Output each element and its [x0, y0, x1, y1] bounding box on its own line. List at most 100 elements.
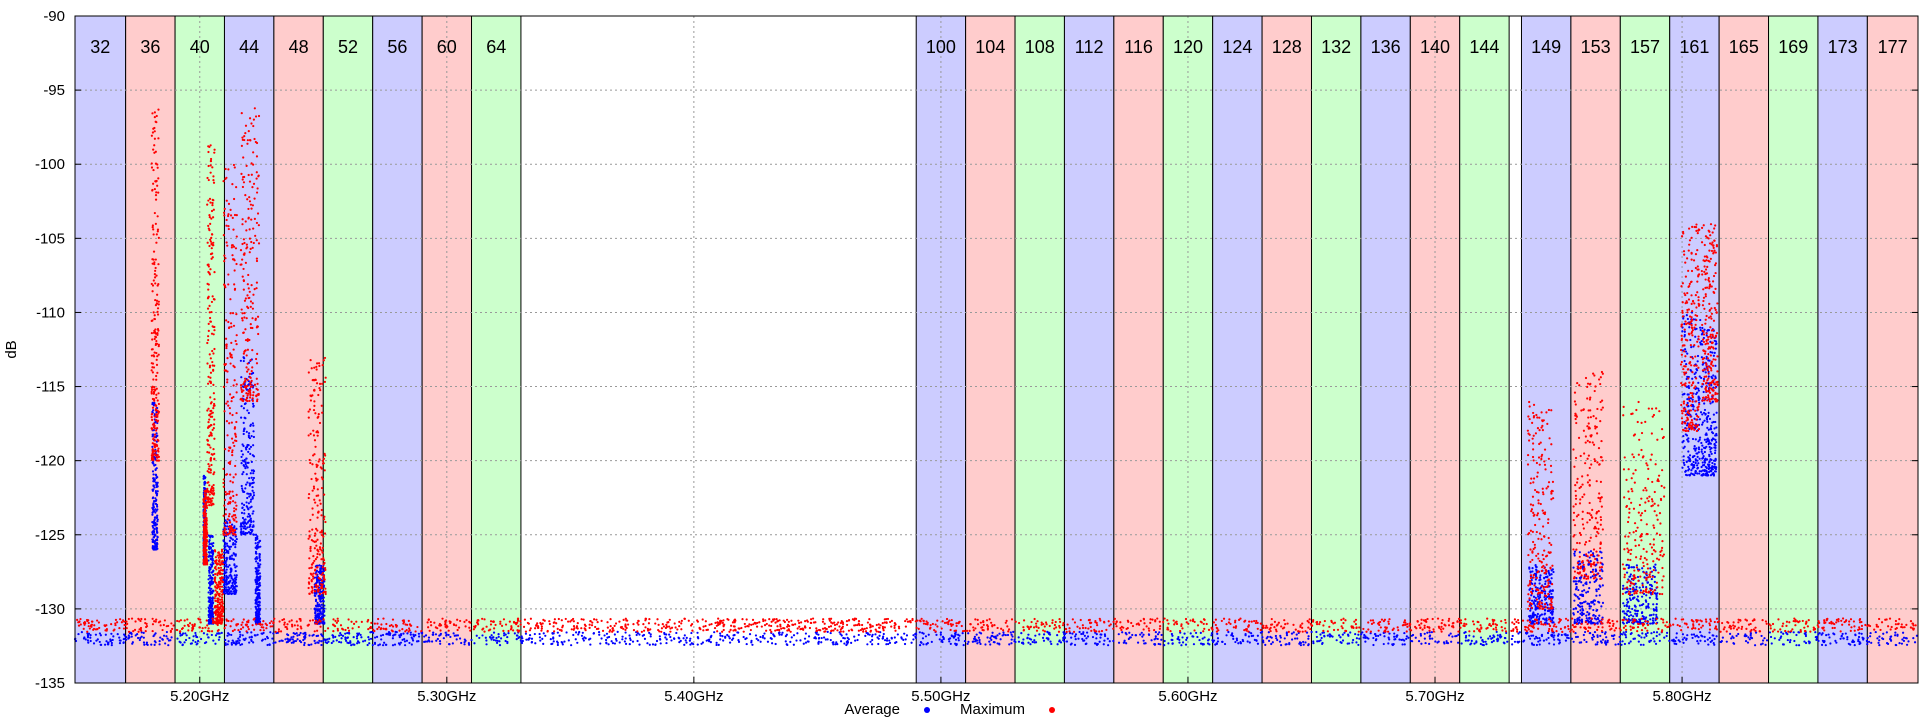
- point-average: [1636, 564, 1638, 566]
- point-average: [972, 641, 974, 643]
- point-average: [1708, 468, 1710, 470]
- point-average: [989, 643, 991, 645]
- point-average: [1687, 318, 1689, 320]
- channel-band-112: [1064, 16, 1113, 683]
- point-average: [208, 610, 210, 612]
- point-average: [1404, 643, 1406, 645]
- point-average: [1405, 638, 1407, 640]
- point-average: [1701, 445, 1703, 447]
- point-average: [244, 459, 246, 461]
- point-average: [1876, 637, 1878, 639]
- point-average: [156, 542, 158, 544]
- point-average: [957, 637, 959, 639]
- point-average: [318, 564, 320, 566]
- point-average: [248, 477, 250, 479]
- point-average: [1641, 612, 1643, 614]
- point-average: [155, 516, 157, 518]
- point-average: [252, 422, 254, 424]
- point-average: [1426, 632, 1428, 634]
- point-maximum: [1035, 622, 1037, 624]
- point-maximum: [1000, 628, 1002, 630]
- point-maximum: [1700, 626, 1702, 628]
- point-average: [928, 634, 930, 636]
- point-maximum: [594, 626, 596, 628]
- point-average: [1406, 635, 1408, 637]
- point-average: [706, 640, 708, 642]
- point-average: [326, 642, 328, 644]
- point-average: [646, 642, 648, 644]
- point-average: [588, 638, 590, 640]
- point-average: [1196, 636, 1198, 638]
- point-maximum: [1761, 619, 1763, 621]
- point-average: [234, 574, 236, 576]
- point-average: [1651, 585, 1653, 587]
- point-average: [1683, 462, 1685, 464]
- point-average: [1316, 636, 1318, 638]
- point-maximum: [744, 626, 746, 628]
- point-maximum: [1448, 624, 1450, 626]
- point-maximum: [764, 619, 766, 621]
- point-average: [1580, 581, 1582, 583]
- point-average: [1342, 633, 1344, 635]
- point-average: [925, 635, 927, 637]
- point-average: [1588, 614, 1590, 616]
- point-average: [1578, 622, 1580, 624]
- point-maximum: [1185, 618, 1187, 620]
- point-average: [183, 641, 185, 643]
- point-average: [1128, 638, 1130, 640]
- point-maximum: [1420, 622, 1422, 624]
- point-average: [364, 640, 366, 642]
- point-average: [252, 533, 254, 535]
- point-average: [255, 611, 257, 613]
- point-average: [1691, 637, 1693, 639]
- point-average: [1548, 642, 1550, 644]
- point-average: [151, 489, 153, 491]
- point-maximum: [1738, 627, 1740, 629]
- point-average: [1682, 633, 1684, 635]
- point-average: [470, 639, 472, 641]
- point-average: [821, 637, 823, 639]
- point-average: [235, 591, 237, 593]
- point-average: [1699, 631, 1701, 633]
- point-average: [300, 632, 302, 634]
- point-average: [1682, 447, 1684, 449]
- point-average: [1698, 472, 1700, 474]
- point-average: [225, 549, 227, 551]
- point-maximum: [186, 618, 188, 620]
- point-average: [1714, 340, 1716, 342]
- point-average: [1861, 633, 1863, 635]
- point-maximum: [1443, 624, 1445, 626]
- point-average: [1702, 421, 1704, 423]
- point-average: [1737, 633, 1739, 635]
- point-average: [1534, 638, 1536, 640]
- point-average: [211, 614, 213, 616]
- point-average: [1641, 567, 1643, 569]
- point-maximum: [91, 620, 93, 622]
- point-average: [248, 448, 250, 450]
- point-average: [151, 521, 153, 523]
- point-average: [1589, 556, 1591, 558]
- point-average: [493, 639, 495, 641]
- point-average: [1293, 631, 1295, 633]
- point-average: [315, 599, 317, 601]
- point-average: [128, 634, 130, 636]
- point-average: [255, 552, 257, 554]
- point-average: [869, 641, 871, 643]
- point-average: [245, 448, 247, 450]
- point-maximum: [1905, 624, 1907, 626]
- point-maximum: [1573, 626, 1575, 628]
- point-average: [1640, 644, 1642, 646]
- point-average: [1626, 614, 1628, 616]
- point-average: [1538, 598, 1540, 600]
- point-average: [1716, 412, 1718, 414]
- point-average: [1357, 644, 1359, 646]
- point-average: [235, 541, 237, 543]
- point-average: [1613, 638, 1615, 640]
- point-average: [184, 632, 186, 634]
- point-maximum: [493, 627, 495, 629]
- point-average: [1071, 643, 1073, 645]
- point-average: [1007, 634, 1009, 636]
- point-average: [1291, 633, 1293, 635]
- point-average: [1762, 639, 1764, 641]
- point-average: [1473, 643, 1475, 645]
